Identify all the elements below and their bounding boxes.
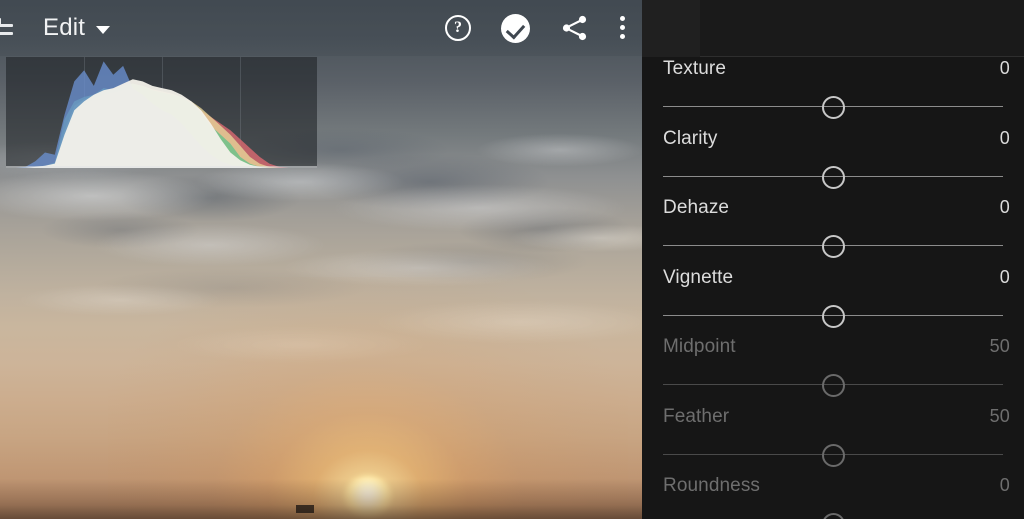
histogram-chart [6, 61, 317, 168]
slider-label: Clarity [663, 127, 718, 149]
slider-track-area[interactable] [663, 509, 1003, 519]
sliders-back-icon[interactable] [0, 13, 13, 43]
slider-row-vignette[interactable]: Vignette 0 [642, 267, 1024, 337]
slider-thumb[interactable] [821, 374, 845, 397]
top-toolbar: Edit ? [0, 0, 642, 56]
slider-value: 0 [999, 197, 1010, 217]
slider-row-clarity[interactable]: Clarity 0 [642, 128, 1024, 198]
toolbar-left-group: Edit [0, 13, 111, 43]
slider-label: Vignette [663, 266, 734, 288]
slider-label: Roundness [663, 475, 761, 496]
slider-row-midpoint[interactable]: Midpoint 50 [642, 336, 1024, 406]
slider-label: Feather [663, 405, 730, 427]
slider-thumb[interactable] [821, 235, 845, 258]
slider-row-feather[interactable]: Feather 50 [642, 406, 1024, 476]
check-icon[interactable] [501, 13, 530, 43]
slider-track-area[interactable] [663, 92, 1003, 122]
toolbar-right-group: ? [445, 13, 642, 43]
histogram-baseline [6, 166, 317, 168]
slider-thumb[interactable] [821, 443, 845, 467]
slider-row-texture[interactable]: Texture 0 [642, 58, 1024, 128]
horizon-building [296, 505, 314, 513]
slider-row-roundness[interactable]: Roundness 0 [642, 475, 1024, 519]
slider-thumb[interactable] [821, 513, 845, 519]
slider-header: Midpoint 50 [642, 336, 1024, 370]
slider-header: Texture 0 [642, 58, 1024, 92]
slider-header: Vignette 0 [642, 267, 1024, 301]
slider-value: 50 [989, 405, 1010, 426]
slider-label: Dehaze [663, 197, 730, 218]
slider-value: 50 [989, 336, 1010, 356]
slider-header: Clarity 0 [642, 128, 1024, 162]
slider-label: Texture [663, 58, 727, 79]
slider-value: 0 [999, 127, 1010, 148]
adjustments-panel: Texture 0 Clarity 0 Dehaze 0 Vignette 0 Midpoint… [642, 0, 1024, 519]
slider-track-area[interactable] [663, 301, 1003, 331]
slider-track-area[interactable] [663, 370, 1003, 400]
slider-value: 0 [999, 266, 1010, 287]
slider-list: Texture 0 Clarity 0 Dehaze 0 Vignette 0 Midpoint… [642, 58, 1024, 519]
slider-value: 0 [999, 58, 1010, 78]
slider-thumb[interactable] [821, 96, 845, 119]
help-icon[interactable]: ? [445, 15, 471, 41]
slider-header: Dehaze 0 [642, 197, 1024, 231]
lightroom-edit-screen: Edit ? Texture 0 Clarity 0 Dehaze 0 Vign… [0, 0, 1024, 519]
slider-thumb[interactable] [821, 165, 845, 189]
share-icon[interactable] [560, 14, 590, 42]
slider-value: 0 [999, 475, 1010, 495]
page-title[interactable]: Edit [43, 14, 85, 42]
chevron-down-icon[interactable] [96, 26, 111, 34]
sun-disc [345, 476, 391, 518]
slider-label: Midpoint [663, 336, 736, 357]
slider-track-area[interactable] [663, 440, 1003, 470]
slider-row-dehaze[interactable]: Dehaze 0 [642, 197, 1024, 267]
slider-header: Roundness 0 [642, 475, 1024, 509]
slider-track-area[interactable] [663, 162, 1003, 192]
overflow-menu-icon[interactable] [620, 15, 626, 41]
slider-header: Feather 50 [642, 406, 1024, 440]
histogram-panel[interactable] [6, 57, 317, 168]
panel-header [642, 0, 1024, 57]
slider-thumb[interactable] [821, 304, 845, 328]
slider-track-area[interactable] [663, 231, 1003, 261]
